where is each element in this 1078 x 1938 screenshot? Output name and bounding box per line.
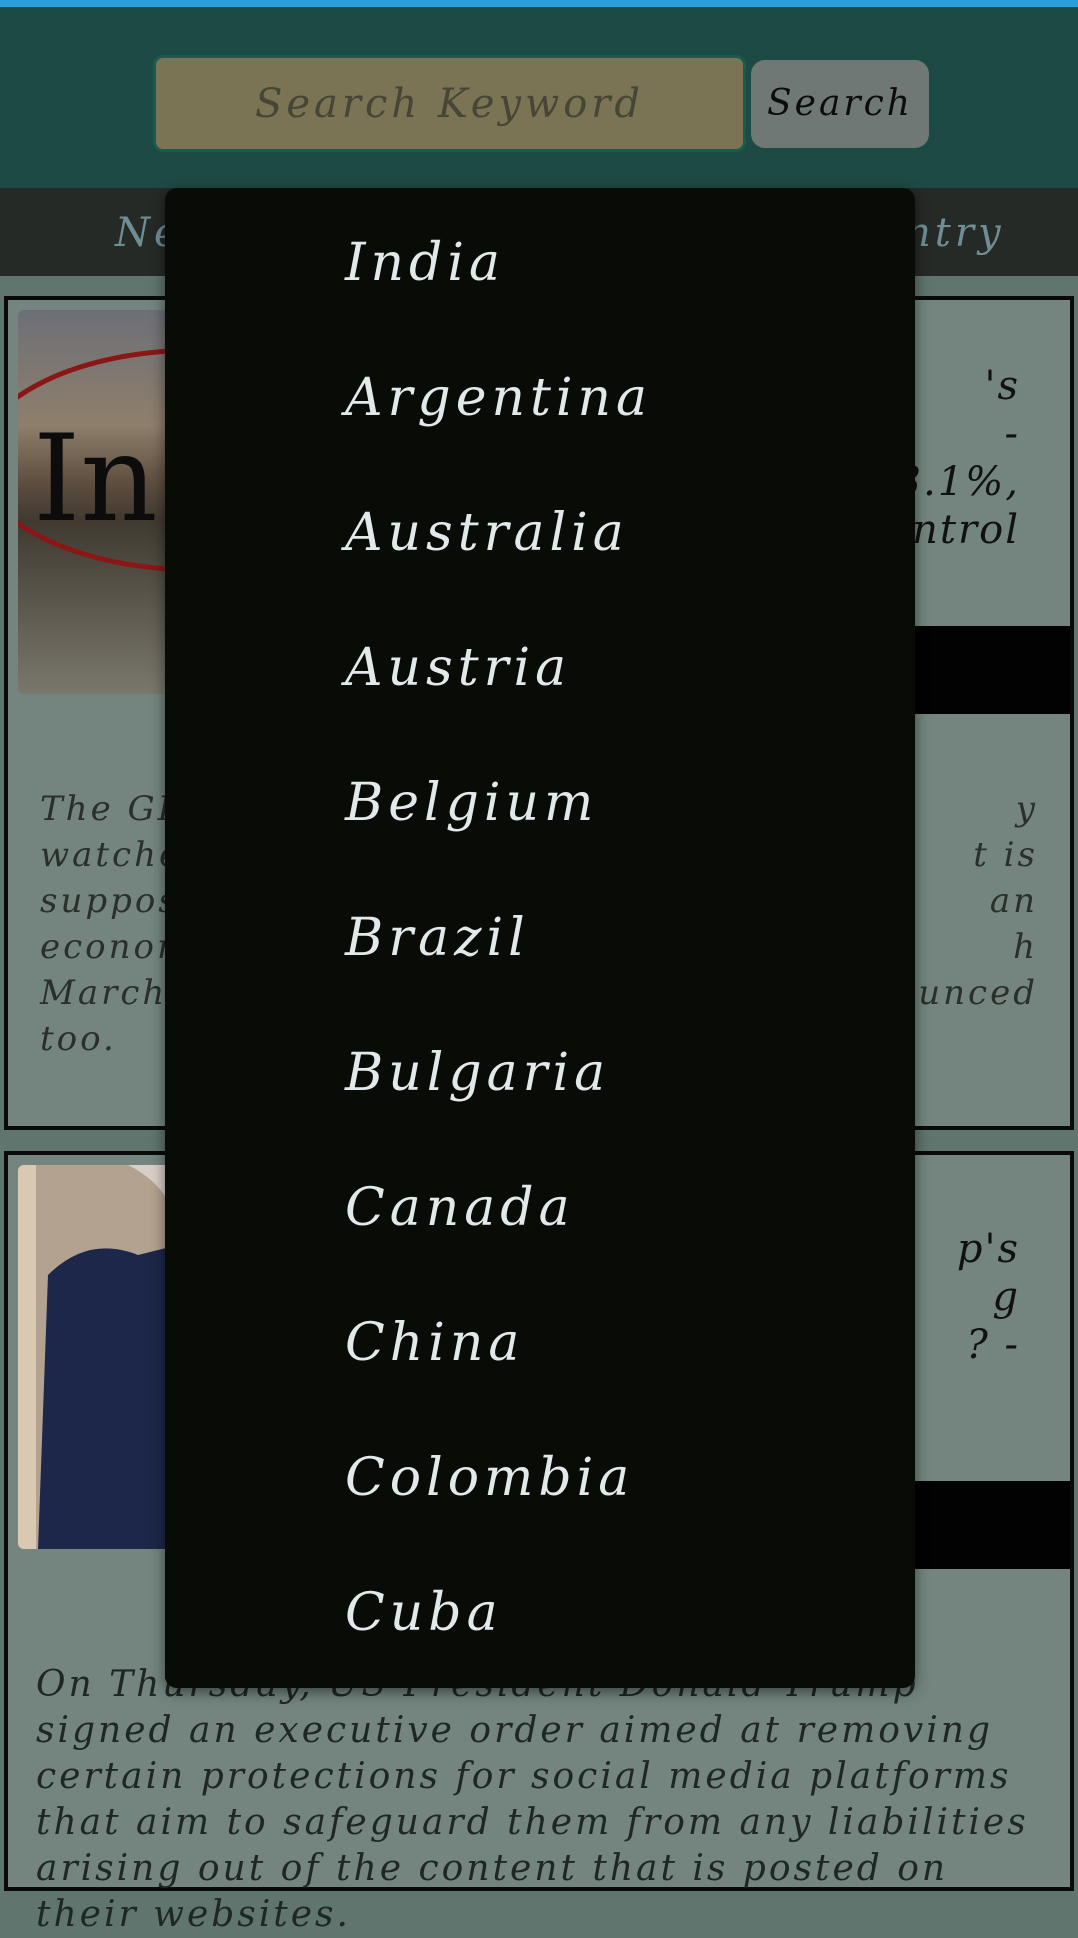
dropdown-item-austria[interactable]: Austria xyxy=(345,601,571,736)
dropdown-item-cuba[interactable]: Cuba xyxy=(345,1546,503,1681)
article-description: On Thursday, US President Donald Trump s… xyxy=(36,1664,1029,1935)
dropdown-item-china[interactable]: China xyxy=(345,1276,524,1411)
read-more-bar[interactable] xyxy=(900,626,1070,714)
dropdown-item-australia[interactable]: Australia xyxy=(345,466,629,601)
dropdown-item-belgium[interactable]: Belgium xyxy=(345,736,598,871)
dropdown-item-brazil[interactable]: Brazil xyxy=(345,871,530,1006)
article-image-graphic: In xyxy=(18,347,178,573)
article-image-graphic xyxy=(18,1165,178,1549)
search-input[interactable]: Search Keyword xyxy=(153,55,746,152)
dropdown-item-bulgaria[interactable]: Bulgaria xyxy=(345,1006,610,1141)
article-image: In xyxy=(18,310,178,694)
dropdown-item-colombia[interactable]: Colombia xyxy=(345,1411,634,1546)
search-button[interactable]: Search xyxy=(751,60,929,148)
read-more-bar[interactable] xyxy=(900,1481,1070,1569)
svg-text:In: In xyxy=(33,410,158,549)
header: Search Keyword Search xyxy=(0,7,1078,188)
top-accent-line xyxy=(0,0,1078,7)
article-image xyxy=(18,1165,178,1549)
dropdown-item-canada[interactable]: Canada xyxy=(345,1141,575,1276)
dropdown-item-argentina[interactable]: Argentina xyxy=(345,331,652,466)
article-title[interactable]: p's g ? - xyxy=(957,1225,1020,1369)
country-dropdown-menu: India Argentina Australia Austria Belgiu… xyxy=(165,188,915,1688)
dropdown-item-india[interactable]: India xyxy=(345,196,505,331)
nav-item-country[interactable]: ntry xyxy=(905,210,1005,256)
